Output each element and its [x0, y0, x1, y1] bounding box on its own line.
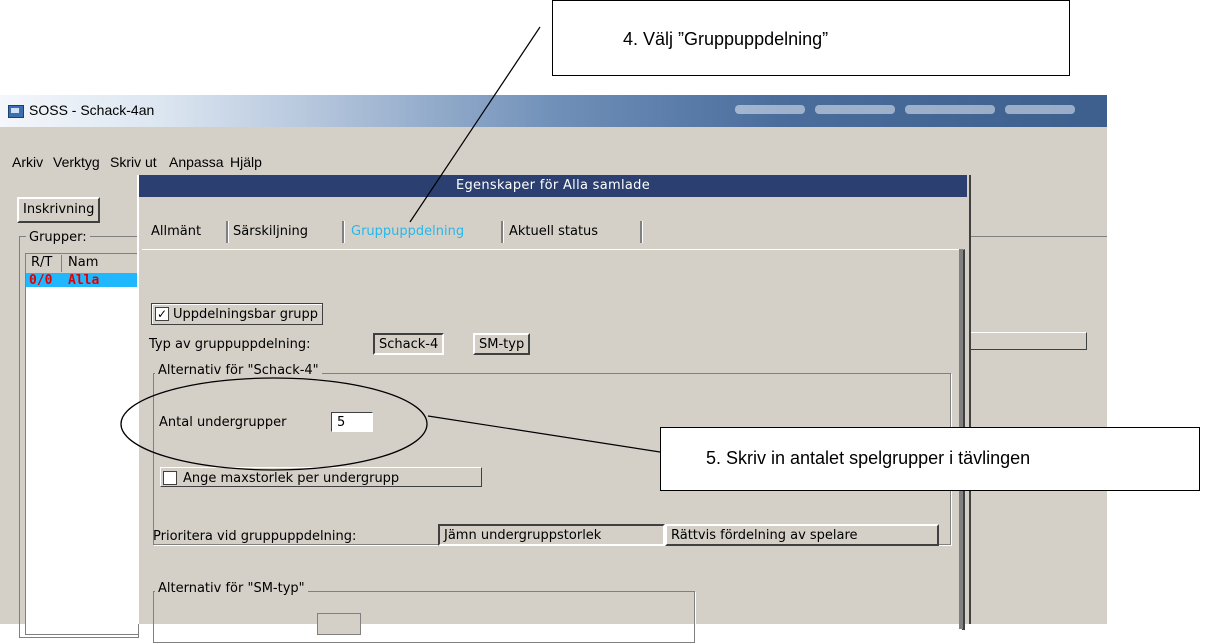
split-checkbox-label: Uppdelningsbar grupp [173, 307, 319, 322]
callout-step4-text: 4. Välj ”Gruppuppdelning” [623, 29, 829, 49]
right-field[interactable] [970, 332, 1087, 350]
split-checkbox[interactable]: ✓ Uppdelningsbar grupp [151, 303, 324, 325]
checkmark-icon: ✓ [155, 307, 169, 321]
priority-even-size-label: Jämn undergruppstorlek [444, 528, 602, 543]
priority-label: Prioritera vid gruppuppdelning: [153, 529, 357, 544]
tab-allmant-label: Allmänt [151, 224, 202, 239]
app-titlebar[interactable]: SOSS - Schack-4an [0, 95, 1107, 127]
tab-aktuell-status[interactable]: Aktuell status [509, 221, 643, 243]
menu-arkiv[interactable]: Arkiv [12, 154, 43, 170]
table-row[interactable]: 0/0 Alla [26, 273, 138, 288]
frame-line [970, 236, 1107, 237]
callout-step4: 4. Välj ”Gruppuppdelning” [552, 0, 1070, 76]
tab-gruppuppdelning-label: Gruppuppdelning [351, 224, 465, 239]
groups-header: R/T Nam [26, 254, 138, 274]
sm-input[interactable] [317, 613, 361, 635]
tab-sarskiljning[interactable]: Särskiljning [233, 221, 345, 243]
priority-fair-label: Rättvis fördelning av spelare [671, 528, 858, 543]
row-name: Alla [68, 273, 100, 288]
dialog-title: Egenskaper för Alla samlade [455, 178, 651, 193]
subgroups-input[interactable]: 5 [331, 412, 373, 432]
callout-step5-text: 5. Skriv in antalet spelgrupper i tävlin… [706, 448, 1031, 468]
col-name[interactable]: Nam [68, 255, 98, 270]
menu-anpassa[interactable]: Anpassa [169, 154, 223, 170]
schack4-options-label: Alternativ för "Schack-4" [155, 363, 322, 378]
max-size-label: Ange maxstorlek per undergrupp [183, 471, 400, 486]
type-sm-label: SM-typ [479, 337, 525, 352]
max-size-checkbox[interactable]: Ange maxstorlek per undergrupp [160, 467, 482, 487]
priority-even-size-button[interactable]: Jämn undergruppstorlek [438, 524, 665, 546]
row-rt: 0/0 [29, 273, 53, 288]
col-rt[interactable]: R/T [31, 255, 52, 270]
tab-allmant[interactable]: Allmänt [151, 221, 229, 243]
callout-step5: 5. Skriv in antalet spelgrupper i tävlin… [660, 427, 1200, 491]
tab-sarskiljning-label: Särskiljning [233, 224, 309, 239]
split-type-label: Typ av gruppuppdelning: [149, 337, 311, 352]
type-sm-button[interactable]: SM-typ [473, 333, 531, 355]
column-divider [61, 255, 62, 272]
properties-dialog: Egenskaper för Alla samlade Allmänt Särs… [137, 175, 971, 643]
tab-inskrivning[interactable]: Inskrivning [17, 197, 101, 223]
groups-list[interactable]: R/T Nam 0/0 Alla [25, 253, 139, 635]
sm-options-group [153, 591, 695, 643]
app-title: SOSS - Schack-4an [29, 102, 155, 118]
subgroups-label: Antal undergrupper [159, 415, 287, 430]
groups-label: Grupper: [26, 230, 90, 245]
tab-aktuell-status-label: Aktuell status [509, 224, 599, 239]
type-schack4-button[interactable]: Schack-4 [373, 333, 445, 355]
sm-options-label: Alternativ för "SM-typ" [155, 581, 308, 596]
blurred-titlebar-text [735, 105, 1107, 117]
menu-hjalp[interactable]: Hjälp [230, 154, 262, 170]
checkbox-box-icon [163, 471, 177, 485]
menu-skriv-ut[interactable]: Skriv ut [110, 154, 157, 170]
app-icon [8, 105, 24, 118]
tab-gruppuppdelning[interactable]: Gruppuppdelning [351, 221, 504, 243]
menubar: Arkiv Verktyg Skriv ut Anpassa Hjälp [0, 151, 1107, 173]
type-schack4-label: Schack-4 [379, 337, 439, 352]
dialog-titlebar[interactable]: Egenskaper för Alla samlade [139, 175, 967, 197]
menu-verktyg[interactable]: Verktyg [53, 154, 100, 170]
priority-fair-distribution-button[interactable]: Rättvis fördelning av spelare [665, 524, 939, 546]
